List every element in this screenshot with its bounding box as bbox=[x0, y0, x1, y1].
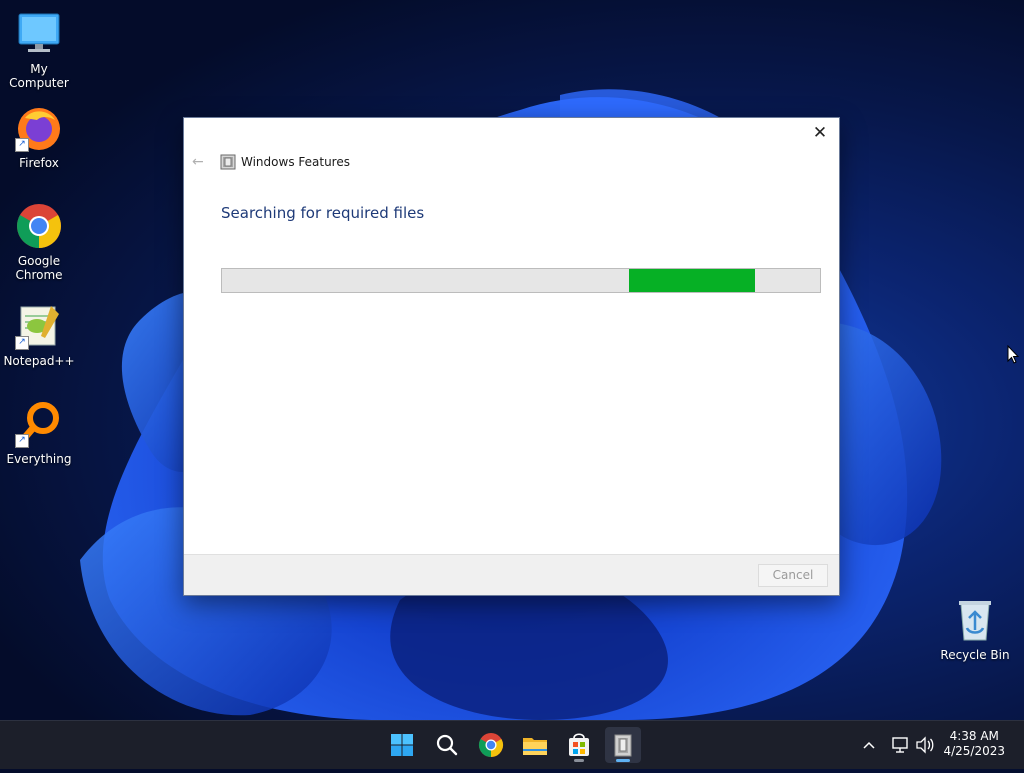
notepadpp-icon: ↗ bbox=[15, 302, 63, 350]
desktop-icon-label: My Computer bbox=[9, 62, 69, 90]
clock-date: 4/25/2023 bbox=[943, 744, 1005, 758]
recycle-bin-icon bbox=[951, 596, 999, 644]
start-button[interactable] bbox=[384, 727, 420, 763]
network-button[interactable] bbox=[890, 721, 912, 769]
progress-bar bbox=[221, 268, 821, 293]
dialog-title: Windows Features bbox=[241, 155, 350, 169]
progress-bar-fill bbox=[629, 269, 755, 292]
mouse-cursor-icon bbox=[1007, 345, 1019, 364]
desktop-icon-label: Everything bbox=[6, 452, 72, 466]
windows-features-dialog: ✕ ← Windows Features Searching for requi… bbox=[183, 117, 840, 596]
network-icon bbox=[892, 737, 908, 753]
desktop-icon-label: Google Chrome bbox=[15, 254, 63, 282]
show-hidden-icons-button[interactable] bbox=[860, 721, 878, 769]
search-icon bbox=[436, 734, 458, 756]
volume-icon bbox=[916, 736, 934, 754]
desktop-icon-everything[interactable]: ↗ Everything bbox=[1, 400, 77, 466]
desktop-icon-notepadpp[interactable]: ↗ Notepad++ bbox=[1, 302, 77, 368]
chevron-up-icon bbox=[863, 741, 875, 749]
taskbar-chrome[interactable] bbox=[473, 727, 509, 763]
file-explorer-icon bbox=[523, 738, 547, 755]
computer-icon bbox=[15, 10, 63, 58]
chrome-icon bbox=[15, 202, 63, 250]
desktop-icon-recycle-bin[interactable]: Recycle Bin bbox=[937, 596, 1013, 662]
windows-features-icon bbox=[220, 154, 236, 170]
dialog-footer: Cancel bbox=[184, 554, 839, 595]
volume-button[interactable] bbox=[914, 721, 936, 769]
windows-features-icon bbox=[614, 734, 632, 757]
microsoft-store-icon bbox=[569, 733, 589, 756]
shortcut-arrow-icon: ↗ bbox=[15, 434, 29, 448]
desktop-icon-firefox[interactable]: ↗ Firefox bbox=[1, 104, 77, 170]
clock-time: 4:38 AM bbox=[949, 729, 999, 743]
system-clock[interactable]: 4:38 AM 4/25/2023 bbox=[943, 729, 1005, 759]
shortcut-arrow-icon: ↗ bbox=[15, 336, 29, 350]
search-button[interactable] bbox=[429, 727, 465, 763]
running-indicator bbox=[574, 759, 584, 762]
page-heading: Searching for required files bbox=[221, 204, 425, 222]
firefox-icon: ↗ bbox=[15, 104, 63, 152]
desktop-icon-my-computer[interactable]: My Computer bbox=[1, 10, 77, 90]
active-indicator bbox=[616, 759, 630, 762]
cancel-button[interactable]: Cancel bbox=[758, 564, 828, 587]
desktop-icon-google-chrome[interactable]: Google Chrome bbox=[1, 202, 77, 282]
desktop-icon-label: Notepad++ bbox=[3, 354, 75, 368]
desktop-icon-label: Firefox bbox=[19, 156, 59, 170]
close-button[interactable]: ✕ bbox=[807, 122, 833, 144]
chrome-icon bbox=[478, 733, 504, 757]
shortcut-arrow-icon: ↗ bbox=[15, 138, 29, 152]
taskbar: 4:38 AM 4/25/2023 bbox=[0, 720, 1024, 769]
taskbar-file-explorer[interactable] bbox=[517, 727, 553, 763]
taskbar-windows-features[interactable] bbox=[605, 727, 641, 763]
desktop-icon-label: Recycle Bin bbox=[940, 648, 1010, 662]
taskbar-microsoft-store[interactable] bbox=[561, 727, 597, 763]
back-arrow-icon: ← bbox=[192, 154, 204, 170]
everything-icon: ↗ bbox=[15, 400, 63, 448]
start-icon bbox=[391, 734, 413, 756]
